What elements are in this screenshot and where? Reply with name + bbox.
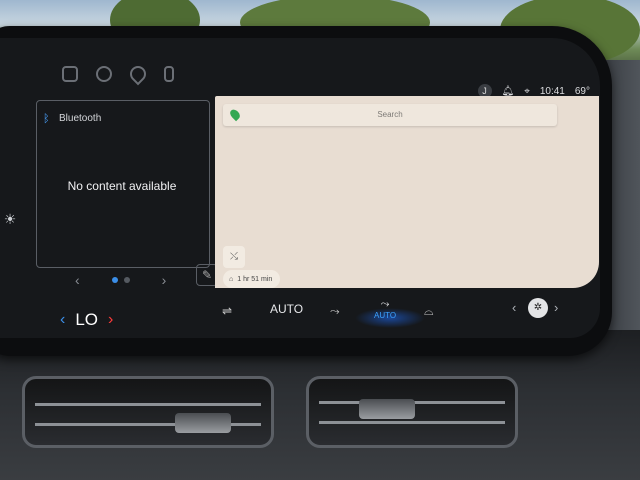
vent-slat [35, 403, 261, 406]
chevron-left-icon[interactable]: ‹ [512, 300, 516, 315]
panel-pager: ‹ › [75, 272, 166, 288]
rear-climate-button[interactable]: ✲ [528, 298, 548, 318]
eta-chip[interactable]: ⌂ 1 hr 51 min [223, 270, 281, 288]
bluetooth-icon: ᛒ [43, 113, 50, 125]
grid-icon[interactable] [62, 66, 78, 82]
defrost-icon[interactable]: ⌓ [424, 304, 434, 319]
route-options-button[interactable]: ⤯ [223, 246, 245, 268]
toggle-icon[interactable] [96, 66, 112, 82]
location-icon: ⌖ [524, 85, 530, 97]
search-placeholder: Search [377, 110, 403, 119]
bluetooth-title: Bluetooth [59, 113, 102, 124]
clock: 10:41 [539, 85, 565, 97]
air-vent-right [306, 376, 518, 448]
bell-icon[interactable]: 🔔︎ [502, 86, 515, 97]
outside-temperature: 69° [574, 85, 590, 97]
top-app-icons [62, 62, 174, 86]
brightness-icon[interactable]: ☀ [0, 207, 20, 231]
empty-message: No content available [67, 179, 177, 193]
air-vent-left [22, 376, 274, 448]
driver-temp-value: LO [75, 310, 99, 329]
temp-up-chevron-icon[interactable]: › [108, 311, 113, 329]
bluetooth-panel[interactable]: ᛒ Bluetooth No content available [36, 100, 210, 268]
page-dot-active [111, 277, 118, 283]
vent-slat [319, 421, 505, 424]
chevron-right-icon[interactable]: › [554, 300, 558, 315]
recirculation-icon[interactable]: ⇌ [222, 304, 232, 318]
airflow-icon: ⤳ [380, 298, 390, 310]
airflow-auto-button[interactable]: ⤳ AUTO [374, 298, 396, 320]
location-pin-icon[interactable] [126, 62, 150, 86]
vent-knob[interactable] [359, 399, 415, 419]
driver-temperature-control[interactable]: ‹ LO › [60, 310, 113, 330]
climate-bar: ‹ LO › ⇌ AUTO ⤳ ⤳ AUTO ⌓ ‹ ✲ › [0, 290, 600, 330]
chevron-right-icon[interactable]: › [162, 272, 167, 288]
eta-text: 1 hr 51 min [237, 275, 273, 283]
airflow-auto-label: AUTO [374, 311, 397, 320]
temp-down-chevron-icon[interactable]: ‹ [60, 311, 65, 329]
home-icon: ⌂ [229, 275, 234, 283]
page-indicator [111, 277, 130, 283]
page-dot [123, 277, 130, 283]
vent-knob[interactable] [175, 413, 231, 433]
map-panel[interactable]: Search ⤯ ⌂ 1 hr 51 min [215, 96, 599, 288]
chevron-left-icon[interactable]: ‹ [75, 272, 80, 288]
fan-auto-button[interactable]: AUTO [270, 302, 303, 316]
map-search-bar[interactable]: Search [223, 104, 557, 126]
seat-airflow-icon[interactable]: ⤳ [330, 304, 340, 319]
phone-icon[interactable] [164, 66, 174, 82]
